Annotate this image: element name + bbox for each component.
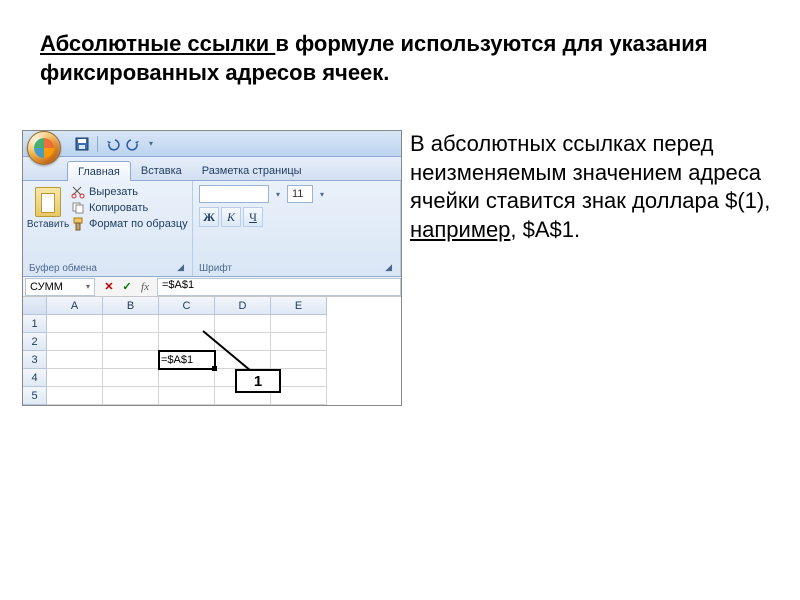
brush-icon xyxy=(71,217,85,231)
tab-page-layout[interactable]: Разметка страницы xyxy=(192,161,312,180)
cell[interactable] xyxy=(271,351,327,369)
cell[interactable] xyxy=(215,351,271,369)
name-box[interactable]: СУММ ▾ xyxy=(25,278,95,296)
save-icon[interactable] xyxy=(75,137,89,151)
cell[interactable] xyxy=(103,315,159,333)
dialog-launcher-icon[interactable]: ◢ xyxy=(383,262,394,273)
office-button[interactable] xyxy=(27,131,61,165)
select-all-corner[interactable] xyxy=(23,297,47,315)
slide-body: В абсолютных ссылках перед неизменяемым … xyxy=(410,130,780,244)
col-header[interactable]: E xyxy=(271,297,327,315)
example-word: например xyxy=(410,217,510,242)
cell[interactable] xyxy=(159,369,215,387)
excel-screenshot: ▾ Главная Вставка Разметка страницы Вста… xyxy=(22,130,402,406)
formula-input[interactable]: =$A$1 xyxy=(157,278,401,296)
redo-icon[interactable] xyxy=(126,137,140,151)
cell[interactable] xyxy=(47,315,103,333)
italic-button[interactable]: К xyxy=(221,207,241,227)
cell[interactable] xyxy=(103,333,159,351)
col-header[interactable]: B xyxy=(103,297,159,315)
underline-button[interactable]: Ч xyxy=(243,207,263,227)
scissors-icon xyxy=(71,185,85,199)
formula-bar: СУММ ▾ ✕ ✓ fx =$A$1 xyxy=(23,277,401,297)
cell[interactable] xyxy=(215,315,271,333)
chevron-down-icon[interactable]: ▾ xyxy=(317,190,327,199)
cell[interactable] xyxy=(215,333,271,351)
cancel-formula-icon[interactable]: ✕ xyxy=(101,280,117,293)
ribbon: Вставить Вырезать Копировать xyxy=(23,181,401,277)
qat-customize-icon[interactable]: ▾ xyxy=(146,139,156,148)
cell[interactable] xyxy=(159,387,215,405)
cell[interactable] xyxy=(159,333,215,351)
callout-label: 1 xyxy=(235,369,281,393)
slide-title: Абсолютные ссылки в формуле используются… xyxy=(0,0,800,92)
copy-button[interactable]: Копировать xyxy=(71,201,188,215)
titlebar: ▾ xyxy=(23,131,401,157)
title-underlined: Абсолютные ссылки xyxy=(40,31,275,56)
tab-insert[interactable]: Вставка xyxy=(131,161,192,180)
active-cell[interactable]: =$A$1 xyxy=(159,351,215,369)
dialog-launcher-icon[interactable]: ◢ xyxy=(175,262,186,273)
cell[interactable] xyxy=(47,387,103,405)
copy-icon xyxy=(71,201,85,215)
cell[interactable] xyxy=(103,351,159,369)
undo-icon[interactable] xyxy=(106,137,120,151)
col-header[interactable]: C xyxy=(159,297,215,315)
row-header[interactable]: 3 xyxy=(23,351,47,369)
paste-button[interactable]: Вставить xyxy=(29,185,67,232)
cell[interactable] xyxy=(159,315,215,333)
tab-home[interactable]: Главная xyxy=(67,161,131,181)
col-header[interactable]: D xyxy=(215,297,271,315)
ribbon-tabstrip: Главная Вставка Разметка страницы xyxy=(23,157,401,181)
cell[interactable] xyxy=(271,315,327,333)
fx-icon[interactable]: fx xyxy=(137,281,153,293)
chevron-down-icon[interactable]: ▾ xyxy=(86,282,90,291)
enter-formula-icon[interactable]: ✓ xyxy=(119,280,135,293)
cell[interactable] xyxy=(47,351,103,369)
chevron-down-icon[interactable]: ▾ xyxy=(273,190,283,199)
font-name-field[interactable] xyxy=(199,185,269,203)
row-header[interactable]: 4 xyxy=(23,369,47,387)
cell[interactable] xyxy=(271,333,327,351)
paste-icon xyxy=(35,187,61,217)
cell-grid: A B C D E 1 2 3 =$A$1 4 5 xyxy=(23,297,401,405)
cell[interactable] xyxy=(47,369,103,387)
col-header[interactable]: A xyxy=(47,297,103,315)
format-painter-button[interactable]: Формат по образцу xyxy=(71,217,188,231)
quick-access-toolbar: ▾ xyxy=(75,136,156,152)
clipboard-group-title: Буфер обмена xyxy=(29,261,97,274)
cell[interactable] xyxy=(47,333,103,351)
font-group-title: Шрифт xyxy=(199,261,232,274)
row-header[interactable]: 2 xyxy=(23,333,47,351)
ribbon-group-clipboard: Вставить Вырезать Копировать xyxy=(23,181,193,276)
cell[interactable] xyxy=(103,387,159,405)
row-header[interactable]: 5 xyxy=(23,387,47,405)
cell[interactable] xyxy=(103,369,159,387)
row-header[interactable]: 1 xyxy=(23,315,47,333)
font-size-field[interactable]: 11 xyxy=(287,185,313,203)
cut-button[interactable]: Вырезать xyxy=(71,185,188,199)
ribbon-group-font: ▾ 11 ▾ Ж К Ч Шрифт ◢ xyxy=(193,181,401,276)
bold-button[interactable]: Ж xyxy=(199,207,219,227)
